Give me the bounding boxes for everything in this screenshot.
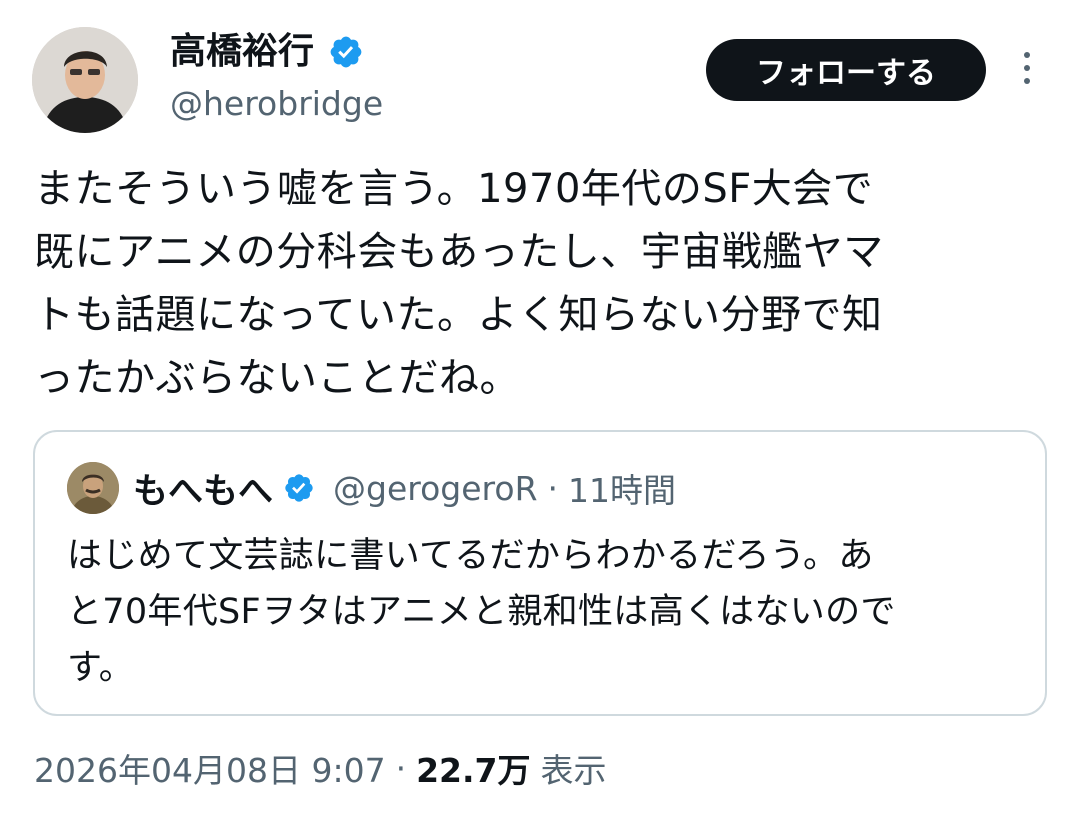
quoted-tweet-text: はじめて文芸誌に書いてるだからわかるだろう。あ と70年代SFヲタはアニメと親和… [67, 528, 1027, 696]
quoted-tweet-card[interactable]: もへもへ @gerogeroR · 11時間 はじめて文芸誌に書いてるだからわか… [33, 430, 1047, 716]
views-label: 表示 [540, 751, 607, 790]
quoted-text-line: はじめて文芸誌に書いてるだからわかるだろう。あ [67, 536, 874, 576]
tweet-text: またそういう嘘を言う。1970年代のSF大会で 既にアニメの分科会もあったし、宇… [34, 158, 1044, 410]
verified-badge-icon [330, 36, 362, 68]
avatar-image [32, 27, 138, 133]
tweet-date[interactable]: 2026年04月08日 9:07 [34, 744, 386, 792]
quoted-header: もへもへ @gerogeroR · 11時間 [133, 464, 676, 512]
more-vertical-icon[interactable] [1010, 48, 1044, 88]
quoted-timestamp[interactable]: 11時間 [568, 464, 676, 512]
more-dot [1024, 52, 1030, 58]
quoted-text-line: と70年代SFヲタはアニメと親和性は高くはないので [67, 592, 896, 632]
tweet-meta: 2026年04月08日 9:07 · 22.7万 表示 [34, 742, 606, 794]
quoted-avatar-image [67, 462, 119, 514]
author-name-row[interactable]: 高橋裕行 [170, 30, 364, 74]
tweet-text-line: またそういう嘘を言う。1970年代のSF大会で [34, 166, 874, 212]
more-dot [1024, 78, 1030, 84]
quoted-author-name[interactable]: もへもへ [133, 463, 273, 514]
author-avatar[interactable] [32, 27, 138, 133]
author-handle[interactable]: @herobridge [170, 82, 383, 126]
tweet-text-line: 既にアニメの分科会もあったし、宇宙戦艦ヤマ [34, 229, 884, 275]
author-name[interactable]: 高橋裕行 [170, 30, 314, 74]
verified-badge-icon [285, 474, 313, 502]
quoted-separator: · [547, 468, 559, 508]
quoted-text-line: す。 [67, 648, 135, 688]
meta-separator: · [395, 748, 407, 788]
tweet-text-line: ったかぶらないことだね。 [34, 355, 520, 401]
tweet-text-line: トも話題になっていた。よく知らない分野で知 [34, 292, 883, 338]
quoted-author-handle[interactable]: @gerogeroR [333, 469, 538, 508]
more-dot [1024, 65, 1030, 71]
quoted-author-avatar[interactable] [67, 462, 119, 514]
follow-button[interactable]: フォローする [706, 39, 986, 101]
views-count: 22.7万 [416, 751, 531, 790]
